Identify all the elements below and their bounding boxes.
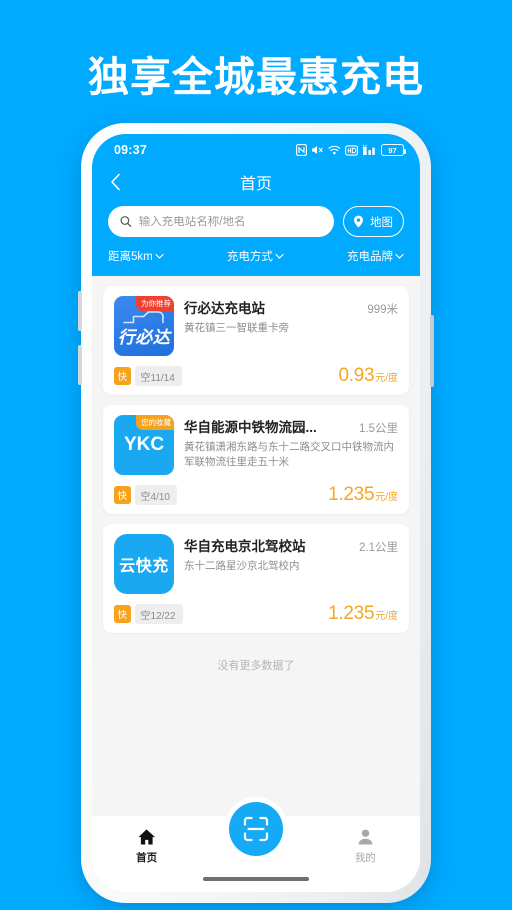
- status-time: 09:37: [114, 143, 147, 157]
- price-unit: 元/度: [375, 492, 398, 503]
- filter-row: 距离5km 充电方式 充电品牌: [92, 237, 420, 266]
- page-title: 独享全城最惠充电: [88, 54, 424, 100]
- charge-type-tag: 快: [114, 486, 131, 504]
- home-icon: [138, 829, 156, 845]
- station-card[interactable]: YKC 您的收藏 华自能源中铁物流园... 1.5公里 黄花镇潇湘东路与东十二路…: [103, 405, 409, 514]
- station-info: 华自能源中铁物流园... 1.5公里 黄花镇潇湘东路与东十二路交叉口中铁物流内军…: [184, 415, 398, 475]
- station-card-bottom: 快 空4/10 1.235 元/度: [114, 484, 398, 506]
- station-price: 1.235 元/度: [328, 603, 398, 625]
- scan-qr-icon: [243, 816, 269, 842]
- station-title-row: 华自充电京北驾校站 2.1公里: [184, 535, 398, 555]
- station-card-top: 行必达 为你推荐 行必达充电站 999米 黄花镇三一智联重卡旁: [114, 296, 398, 356]
- station-name: 行必达充电站: [184, 301, 265, 316]
- station-card-bottom: 快 空12/22 1.235 元/度: [114, 603, 398, 625]
- station-info: 行必达充电站 999米 黄花镇三一智联重卡旁: [184, 296, 398, 356]
- search-box[interactable]: [108, 206, 334, 237]
- battery-icon: 97: [381, 144, 406, 156]
- signal-icon: [363, 144, 375, 155]
- chevron-down-icon: [275, 253, 284, 259]
- favorite-badge: 您的收藏: [136, 415, 174, 430]
- tab-home[interactable]: 首页: [92, 828, 201, 865]
- station-card-bottom: 快 空11/14 0.93 元/度: [114, 365, 398, 387]
- available-slots-tag: 空4/10: [134, 485, 177, 505]
- station-card[interactable]: 行必达 为你推荐 行必达充电站 999米 黄花镇三一智联重卡旁 快 空11/14…: [103, 286, 409, 395]
- nfc-icon: [296, 144, 307, 156]
- station-address: 东十二路星沙京北驾校内: [184, 560, 300, 572]
- search-input[interactable]: [138, 215, 322, 228]
- status-icons: 97: [296, 144, 406, 156]
- station-logo-wrap: 云快充: [114, 534, 174, 594]
- map-button[interactable]: 地图: [343, 206, 404, 237]
- hd-icon: [345, 144, 358, 156]
- search-row: 地图: [92, 200, 420, 237]
- list-footer-text: 没有更多数据了: [217, 660, 295, 672]
- station-card-top: YKC 您的收藏 华自能源中铁物流园... 1.5公里 黄花镇潇湘东路与东十二路…: [114, 415, 398, 475]
- station-tags: 快 空12/22: [114, 604, 183, 624]
- app-header: 09:37 97 首页 输入充电站名称/地名 地图 距离5km 充电方式 充电品…: [92, 134, 420, 276]
- station-title-row: 行必达充电站 999米: [184, 297, 398, 317]
- station-name: 华自充电京北驾校站: [184, 539, 306, 554]
- back-chevron-icon[interactable]: [106, 173, 124, 191]
- location-pin-icon: [354, 215, 363, 228]
- volume-down-button[interactable]: [78, 345, 82, 385]
- tab-profile[interactable]: 我的: [311, 828, 420, 865]
- price-value: 1.235: [328, 484, 375, 505]
- station-info: 华自充电京北驾校站 2.1公里 东十二路星沙京北驾校内: [184, 534, 398, 594]
- volume-up-button[interactable]: [78, 291, 82, 331]
- station-address: 黄花镇潇湘东路与东十二路交叉口中铁物流内军联物流往里走五十米: [184, 441, 394, 469]
- charge-type-tag: 快: [114, 367, 131, 385]
- filter-charge-type[interactable]: 充电方式: [227, 248, 284, 264]
- station-tags: 快 空11/14: [114, 366, 182, 386]
- brand-logo-yunkuaichong: 云快充: [114, 534, 174, 594]
- recommend-badge: 为你推荐: [136, 296, 174, 311]
- station-list: 行必达 为你推荐 行必达充电站 999米 黄花镇三一智联重卡旁 快 空11/14…: [92, 276, 420, 744]
- person-icon: [358, 829, 373, 845]
- price-unit: 元/度: [375, 611, 398, 622]
- map-button-label: 地图: [370, 216, 393, 229]
- station-address: 黄花镇三一智联重卡旁: [184, 322, 289, 334]
- status-bar: 09:37 97: [92, 134, 420, 164]
- phone-mockup-frame: 09:37 97 首页 输入充电站名称/地名 地图 距离5km 充电方式 充电品…: [78, 123, 434, 903]
- filter-distance[interactable]: 距离5km: [108, 248, 164, 264]
- brand-logo-text: YKC: [123, 434, 165, 455]
- station-card-top: 云快充 华自充电京北驾校站 2.1公里 东十二路星沙京北驾校内: [114, 534, 398, 594]
- station-logo-wrap: YKC 您的收藏: [114, 415, 174, 475]
- price-unit: 元/度: [375, 373, 398, 384]
- scan-qr-button[interactable]: [229, 802, 283, 856]
- station-distance: 2.1公里: [359, 542, 398, 554]
- filter-distance-label: 距离5km: [108, 251, 153, 263]
- station-card[interactable]: 云快充 华自充电京北驾校站 2.1公里 东十二路星沙京北驾校内 快 空12/22…: [103, 524, 409, 633]
- tab-home-label: 首页: [136, 852, 158, 864]
- battery-level: 97: [388, 145, 397, 155]
- home-indicator: [203, 877, 309, 881]
- price-value: 1.235: [328, 603, 375, 624]
- station-distance: 1.5公里: [359, 423, 398, 435]
- station-price: 0.93 元/度: [338, 365, 398, 387]
- filter-brand[interactable]: 充电品牌: [347, 248, 404, 264]
- chevron-down-icon: [155, 253, 164, 259]
- phone-screen: 09:37 97 首页 输入充电站名称/地名 地图 距离5km 充电方式 充电品…: [92, 134, 420, 892]
- charge-type-tag: 快: [114, 605, 131, 623]
- brand-logo-text: 云快充: [119, 558, 169, 575]
- brand-logo-text: 行必达: [117, 327, 171, 347]
- available-slots-tag: 空12/22: [134, 604, 183, 624]
- filter-charge-type-label: 充电方式: [226, 251, 273, 263]
- search-icon: [120, 216, 132, 227]
- chevron-down-icon: [395, 253, 404, 259]
- nav-bar: 首页: [92, 164, 420, 200]
- nav-title: 首页: [239, 176, 272, 193]
- tab-profile-label: 我的: [354, 852, 376, 864]
- wifi-icon: [328, 145, 341, 155]
- station-distance: 999米: [367, 304, 398, 316]
- station-logo-wrap: 行必达 为你推荐: [114, 296, 174, 356]
- station-tags: 快 空4/10: [114, 485, 177, 505]
- available-slots-tag: 空11/14: [134, 366, 182, 386]
- mute-icon: [312, 146, 323, 154]
- station-title-row: 华自能源中铁物流园... 1.5公里: [184, 416, 398, 436]
- power-button[interactable]: [430, 315, 434, 387]
- station-price: 1.235 元/度: [328, 484, 398, 506]
- station-name: 华自能源中铁物流园...: [184, 420, 317, 435]
- filter-brand-label: 充电品牌: [346, 251, 393, 263]
- price-value: 0.93: [338, 365, 375, 386]
